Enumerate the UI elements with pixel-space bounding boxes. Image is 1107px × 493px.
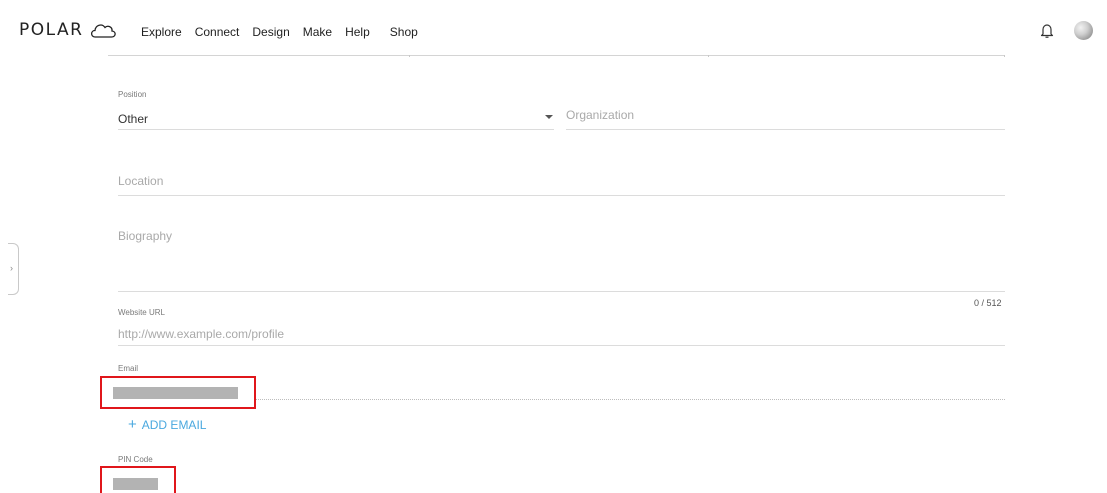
bell-icon[interactable] xyxy=(1039,22,1055,40)
caret-down-icon xyxy=(545,115,553,119)
cloud-icon xyxy=(91,24,117,38)
nav-make[interactable]: Make xyxy=(303,25,332,39)
chevron-right-icon: › xyxy=(10,263,13,273)
plus-icon: + xyxy=(128,416,137,433)
email-input-redacted[interactable] xyxy=(113,387,238,399)
top-bar: POLAR Explore Connect Design Make Help S… xyxy=(0,0,1107,58)
organization-input[interactable]: Organization xyxy=(566,108,634,122)
location-input[interactable]: Location xyxy=(118,174,163,188)
position-underline xyxy=(118,129,554,130)
logo-text: POLAR xyxy=(19,20,84,40)
position-select[interactable]: Other xyxy=(118,106,553,128)
nav-help[interactable]: Help xyxy=(345,25,370,39)
divider xyxy=(108,55,1005,57)
add-email-button[interactable]: + ADD EMAIL xyxy=(128,417,206,432)
main-nav: Explore Connect Design Make Help Shop xyxy=(141,25,431,39)
position-value: Other xyxy=(118,112,149,126)
nav-connect[interactable]: Connect xyxy=(195,25,240,39)
organization-underline xyxy=(566,129,1005,130)
website-underline xyxy=(118,345,1005,346)
email-label: Email xyxy=(118,364,139,373)
biography-textarea[interactable]: Biography xyxy=(118,229,172,243)
biography-char-counter: 0 / 512 xyxy=(974,298,1002,308)
nav-design[interactable]: Design xyxy=(252,25,289,39)
sidebar-toggle-handle[interactable]: › xyxy=(8,243,19,295)
add-email-label: ADD EMAIL xyxy=(141,417,207,432)
pin-label: PIN Code xyxy=(118,455,153,464)
position-label: Position xyxy=(118,90,147,99)
email-underline xyxy=(256,399,1005,400)
website-label: Website URL xyxy=(118,308,165,317)
nav-shop[interactable]: Shop xyxy=(390,25,418,39)
location-underline xyxy=(118,195,1005,196)
biography-underline xyxy=(118,291,1005,292)
logo[interactable]: POLAR xyxy=(19,20,117,40)
website-input[interactable]: http://www.example.com/profile xyxy=(118,327,284,341)
nav-explore[interactable]: Explore xyxy=(141,25,182,39)
avatar[interactable] xyxy=(1074,21,1093,40)
pin-input-redacted[interactable] xyxy=(113,478,158,490)
